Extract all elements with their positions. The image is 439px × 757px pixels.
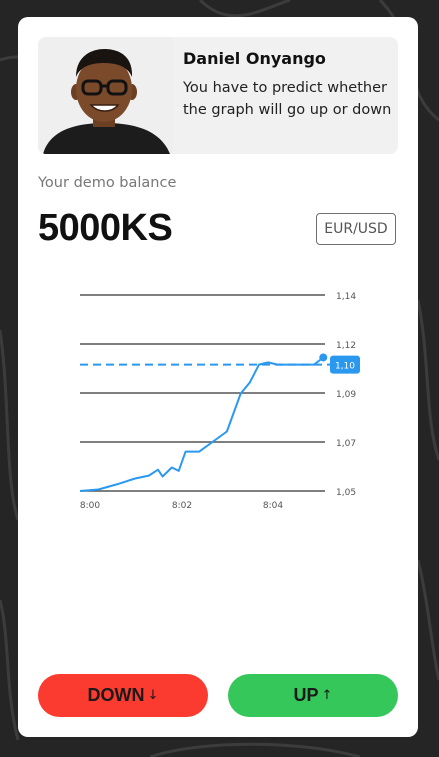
current-price-label: 1,10	[335, 362, 355, 372]
tutorial-message: Daniel Onyango You have to predict wheth…	[38, 37, 398, 154]
down-button-label: DOWN	[87, 685, 145, 705]
up-button[interactable]: UP ↑	[228, 674, 398, 717]
current-price-point	[319, 353, 328, 362]
chart-x-tick: 8:02	[172, 501, 192, 511]
profile-message: You have to predict whether the graph wi…	[183, 80, 392, 118]
chart-y-tick: 1,09	[336, 390, 356, 400]
down-button[interactable]: DOWN ↓	[38, 674, 208, 717]
arrow-up-icon: ↑	[321, 688, 333, 703]
chart-y-tick: 1,05	[336, 488, 356, 498]
up-button-label: UP	[293, 685, 319, 705]
chart-y-tick: 1,07	[336, 439, 356, 449]
avatar	[38, 37, 173, 154]
chart-y-tick: 1,12	[336, 341, 356, 351]
chart-x-tick: 8:04	[263, 501, 283, 511]
game-card: Daniel Onyango You have to predict wheth…	[18, 17, 418, 737]
balance-label: Your demo balance	[38, 175, 177, 191]
currency-pair-badge[interactable]: EUR/USD	[316, 213, 396, 245]
arrow-down-icon: ↓	[147, 688, 159, 703]
chart-y-tick: 1,14	[336, 292, 356, 302]
balance-value: 5000KS	[38, 207, 173, 249]
chart-x-tick: 8:00	[80, 501, 100, 511]
price-line	[79, 356, 324, 492]
price-chart: 1,14 1,12 1,09 1,07 1,05 8:00 8:02 8:04 1,10	[79, 292, 360, 511]
profile-name: Daniel Onyango	[183, 49, 326, 68]
